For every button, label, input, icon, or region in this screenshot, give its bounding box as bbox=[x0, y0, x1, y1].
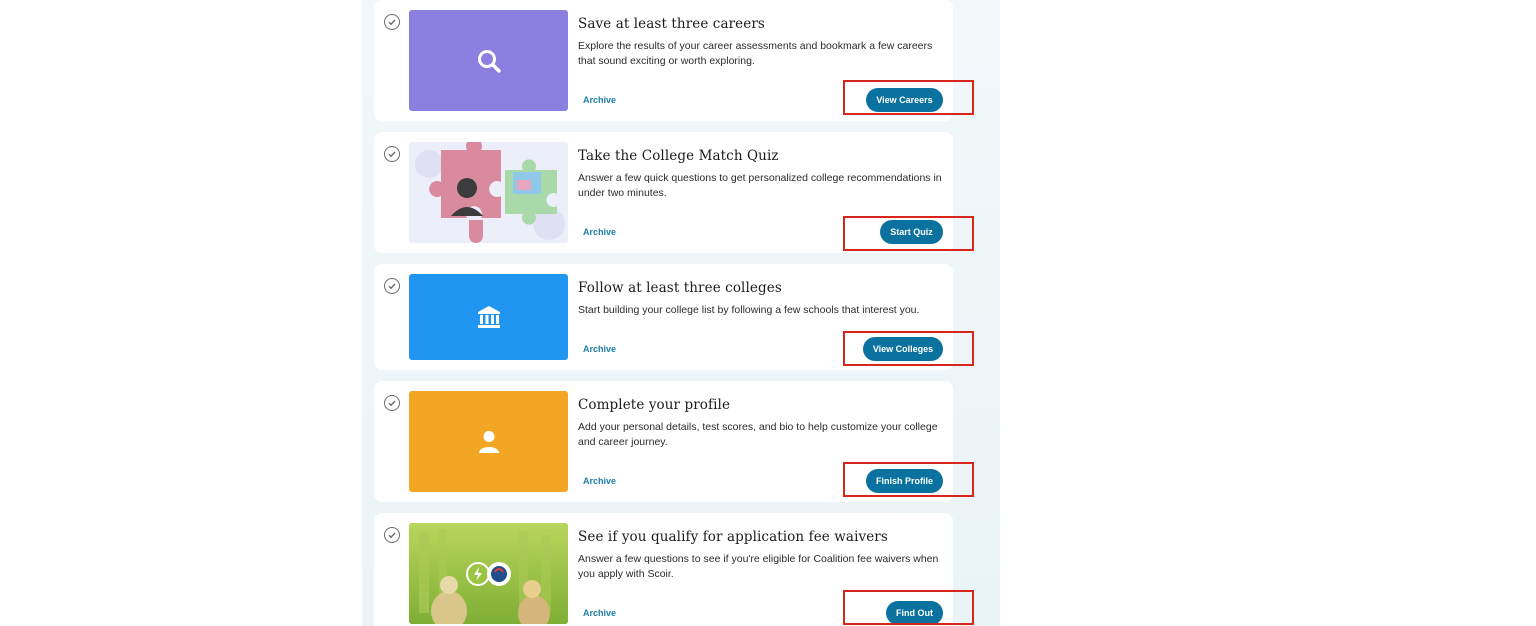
task-thumbnail bbox=[409, 523, 568, 624]
search-icon bbox=[477, 49, 501, 73]
check-circle-icon[interactable] bbox=[384, 146, 400, 162]
task-description: Add your personal details, test scores, … bbox=[578, 421, 938, 448]
task-description: Explore the results of your career asses… bbox=[578, 40, 933, 67]
archive-link[interactable]: Archive bbox=[583, 476, 616, 486]
task-title: See if you qualify for application fee w… bbox=[578, 529, 888, 545]
task-title: Take the College Match Quiz bbox=[578, 148, 779, 164]
task-thumbnail bbox=[409, 274, 568, 360]
task-thumbnail bbox=[409, 142, 568, 243]
archive-link[interactable]: Archive bbox=[583, 344, 616, 354]
task-title: Complete your profile bbox=[578, 397, 731, 413]
highlight-box bbox=[843, 462, 974, 497]
task-thumbnail bbox=[409, 391, 568, 492]
task-title: Follow at least three colleges bbox=[578, 280, 782, 296]
task-description: Start building your college list by foll… bbox=[578, 304, 920, 316]
highlight-box bbox=[843, 590, 974, 625]
campus-photo bbox=[409, 523, 568, 624]
check-circle-icon[interactable] bbox=[384, 278, 400, 294]
archive-link[interactable]: Archive bbox=[583, 608, 616, 618]
puzzle-illustration bbox=[409, 142, 568, 243]
task-description: Answer a few quick questions to get pers… bbox=[578, 172, 942, 199]
college-building-icon bbox=[477, 306, 500, 328]
highlight-box bbox=[843, 216, 974, 251]
archive-link[interactable]: Archive bbox=[583, 227, 616, 237]
check-circle-icon[interactable] bbox=[384, 14, 400, 30]
check-circle-icon[interactable] bbox=[384, 395, 400, 411]
check-circle-icon[interactable] bbox=[384, 527, 400, 543]
person-icon bbox=[478, 430, 499, 453]
archive-link[interactable]: Archive bbox=[583, 95, 616, 105]
task-description: Answer a few questions to see if you're … bbox=[578, 553, 939, 580]
task-title: Save at least three careers bbox=[578, 16, 765, 32]
highlight-box bbox=[843, 331, 974, 366]
task-thumbnail bbox=[409, 10, 568, 111]
highlight-box bbox=[843, 80, 974, 115]
